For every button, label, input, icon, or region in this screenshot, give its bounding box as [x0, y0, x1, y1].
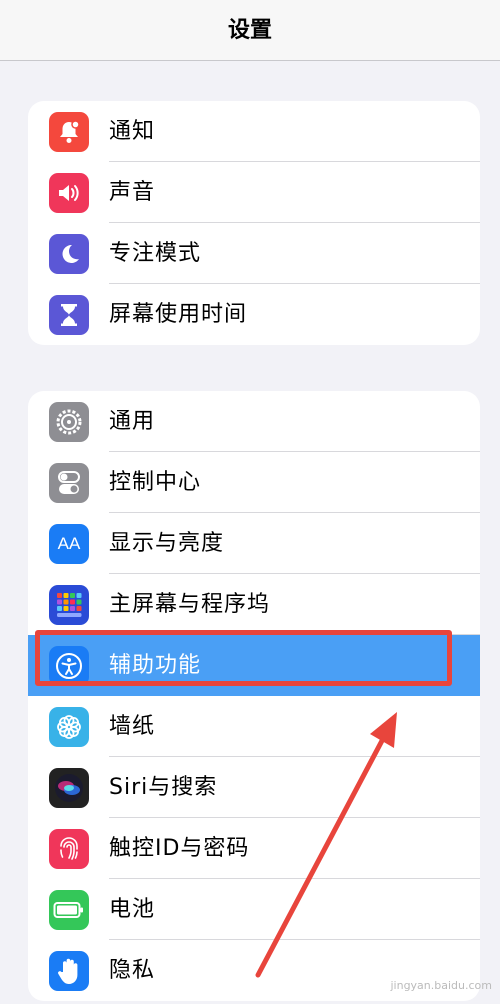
watermark: jingyan.baidu.com [390, 979, 492, 992]
annotation-arrow [255, 712, 397, 978]
